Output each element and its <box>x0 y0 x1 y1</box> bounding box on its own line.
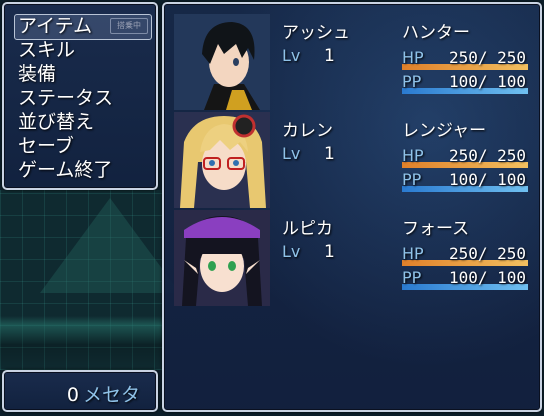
actor-face-portrait <box>174 112 270 208</box>
pp-label: PP <box>402 268 422 287</box>
map-emblem <box>40 198 180 293</box>
hp-label: HP <box>402 244 424 263</box>
pp-gauge: PP 100/ 100 <box>402 170 528 194</box>
menu-item-save[interactable]: セーブ <box>18 134 148 158</box>
actor-class: レンジャー <box>402 121 487 141</box>
level-value: 1 <box>324 242 335 262</box>
actor-name: カレン <box>282 121 333 141</box>
menu-item-formation[interactable]: 並び替え <box>18 110 148 134</box>
pp-label: PP <box>402 72 422 91</box>
pp-value: 100/ 100 <box>448 72 526 91</box>
party-member-3[interactable]: ルピカ Lv 1 フォース HP 250/ 250 PP 100/ 100 <box>174 210 534 306</box>
hp-value: 250/ 250 <box>448 244 526 263</box>
actor-name: ルピカ <box>282 219 333 239</box>
actor-face-portrait <box>174 210 270 306</box>
gold-display: 0 メセタ <box>67 380 140 407</box>
pp-value: 100/ 100 <box>448 170 526 189</box>
menu-item-equip[interactable]: 装備 <box>18 62 148 86</box>
pp-gauge: PP 100/ 100 <box>402 268 528 292</box>
actor-class: ハンター <box>402 23 470 43</box>
actor-name: アッシュ <box>282 23 350 43</box>
hp-gauge: HP 250/ 250 <box>402 48 528 72</box>
gold-window: 0 メセタ <box>2 370 158 412</box>
actor-class: フォース <box>402 219 470 239</box>
map-background <box>0 190 180 370</box>
menu-item-item[interactable]: アイテム <box>18 14 148 38</box>
level-value: 1 <box>324 46 335 66</box>
level-label: Lv <box>282 144 301 163</box>
menu-item-game-end[interactable]: ゲーム終了 <box>18 158 148 182</box>
party-member-1[interactable]: アッシュ Lv 1 ハンター HP 250/ 250 PP 100/ 100 <box>174 14 534 110</box>
actor-face-portrait <box>174 14 270 110</box>
menu-item-skill[interactable]: スキル <box>18 38 148 62</box>
party-member-2[interactable]: カレン Lv 1 レンジャー HP 250/ 250 PP 100/ 100 <box>174 112 534 208</box>
hp-gauge: HP 250/ 250 <box>402 244 528 268</box>
dark-haired-elf-girl-portrait-icon <box>174 210 270 306</box>
hp-label: HP <box>402 48 424 67</box>
menu-item-status[interactable]: ステータス <box>18 86 148 110</box>
blonde-girl-glasses-portrait-icon <box>174 112 270 208</box>
hp-value: 250/ 250 <box>448 146 526 165</box>
level-value: 1 <box>324 144 335 164</box>
hp-gauge: HP 250/ 250 <box>402 146 528 170</box>
pp-gauge: PP 100/ 100 <box>402 72 528 96</box>
party-status-window: アッシュ Lv 1 ハンター HP 250/ 250 PP 100/ 100 カ… <box>162 2 542 412</box>
level-label: Lv <box>282 46 301 65</box>
currency-unit: メセタ <box>82 384 140 406</box>
pp-value: 100/ 100 <box>448 268 526 287</box>
command-window: 搭乗中 アイテム スキル 装備 ステータス 並び替え セーブ ゲーム終了 <box>2 2 158 190</box>
gold-amount: 0 <box>66 384 79 406</box>
hp-value: 250/ 250 <box>448 48 526 67</box>
level-label: Lv <box>282 242 301 261</box>
hp-label: HP <box>402 146 424 165</box>
black-haired-boy-portrait-icon <box>174 14 270 110</box>
pp-label: PP <box>402 170 422 189</box>
